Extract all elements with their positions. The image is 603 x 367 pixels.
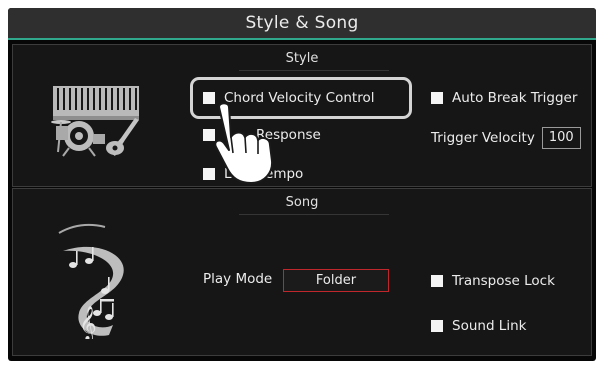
transpose-lock-option[interactable]: Transpose Lock — [431, 273, 555, 289]
style-heading-divider — [239, 70, 389, 71]
sound-link-option[interactable]: Sound Link — [431, 318, 526, 334]
window-title: Style & Song — [245, 13, 359, 33]
auto-break-trigger-label: Auto Break Trigger — [452, 90, 578, 106]
play-mode-label: Play Mode — [203, 271, 273, 287]
auto-break-trigger-checkbox[interactable] — [431, 92, 443, 104]
style-heading: Style — [285, 51, 319, 66]
style-panel: Style Chord Velocity Control Response Te… — [12, 44, 592, 187]
instruments-icon — [51, 86, 139, 157]
sound-link-label: Sound Link — [452, 318, 527, 334]
pointing-hand-icon — [214, 102, 274, 184]
svg-text:𝄞: 𝄞 — [79, 306, 97, 339]
transpose-lock-label: Transpose Lock — [452, 273, 555, 289]
song-heading: Song — [285, 195, 319, 210]
style-song-screen: Style & Song Style Chord Velocity Contro… — [8, 8, 596, 361]
trigger-velocity-label: Trigger Velocity — [431, 130, 535, 146]
play-mode-dropdown[interactable]: Folder — [283, 269, 389, 292]
song-heading-divider — [239, 214, 389, 215]
song-panel: Song 𝄞 Play Mode Folder Transpose Lock S… — [12, 188, 592, 356]
sound-link-checkbox[interactable] — [431, 320, 443, 332]
title-bar: Style & Song — [8, 8, 596, 40]
auto-break-trigger-option[interactable]: Auto Break Trigger — [431, 90, 577, 106]
trigger-velocity-value[interactable]: 100 — [541, 127, 581, 149]
music-notes-icon: 𝄞 — [58, 224, 124, 339]
transpose-lock-checkbox[interactable] — [431, 275, 443, 287]
trigger-velocity-row: Trigger Velocity 100 — [431, 127, 581, 149]
play-mode-row: Play Mode — [203, 271, 272, 287]
